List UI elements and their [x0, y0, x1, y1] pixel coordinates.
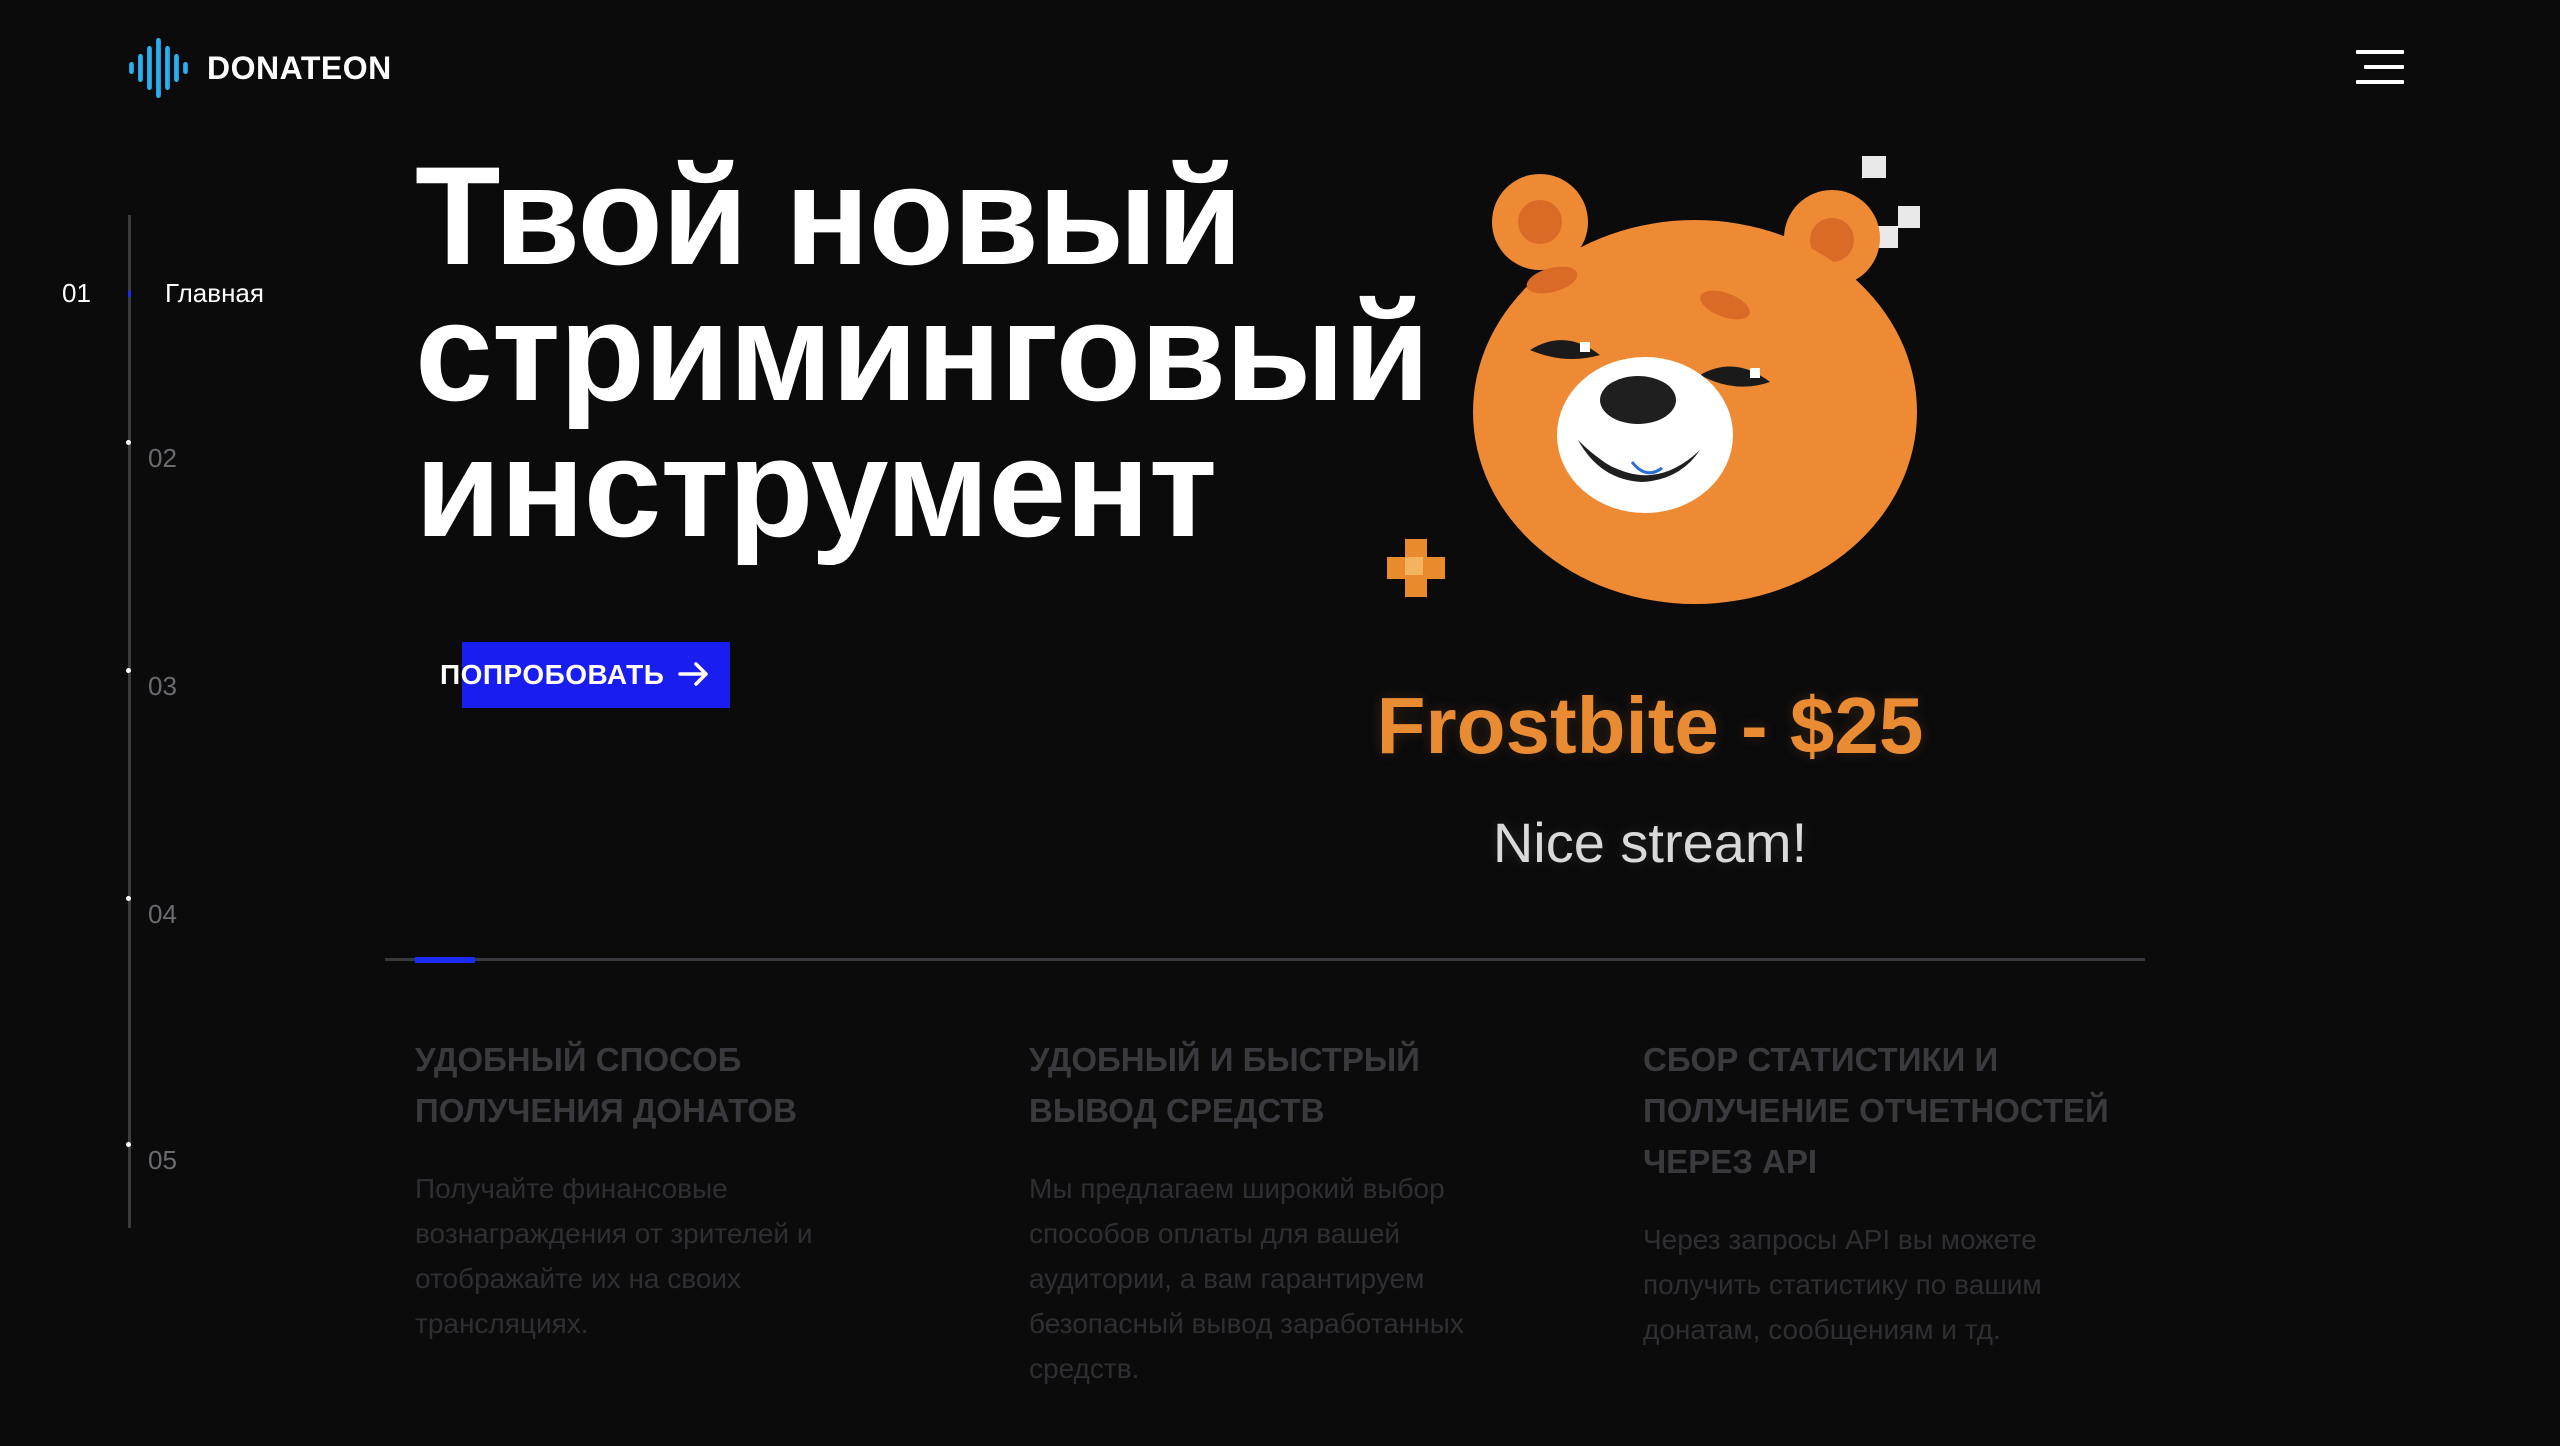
sidenav-item-01[interactable]: 01 Главная — [62, 278, 282, 314]
sidenav-number: 03 — [148, 671, 177, 701]
feature-card: УДОБНЫЙ И БЫСТРЫЙ ВЫВОД СРЕДСТВ Мы предл… — [1029, 1034, 1529, 1391]
sidenav-dot — [126, 440, 131, 445]
sidenav-number: 01 — [62, 278, 91, 308]
feature-title: УДОБНЫЙ И БЫСТРЫЙ ВЫВОД СРЕДСТВ — [1029, 1041, 1420, 1129]
section-divider — [385, 958, 2145, 961]
sidenav-dot — [126, 1142, 131, 1147]
feature-text: Через запросы API вы можете получить ста… — [1643, 1224, 2042, 1345]
try-button-label: ПОПРОБОВАТЬ — [440, 659, 665, 690]
feature-text: Получайте финансовые вознаграждения от з… — [415, 1173, 813, 1339]
sidenav-item-02[interactable]: 02 — [126, 440, 226, 476]
sidenav-track — [128, 215, 131, 1228]
hero-title-line: инструмент — [415, 409, 1217, 566]
brand-name: DONATEON — [207, 49, 392, 86]
brand-logo[interactable]: DONATEON — [127, 38, 392, 98]
sidenav-dot — [126, 896, 131, 901]
try-button[interactable]: ПОПРОБОВАТЬ — [440, 642, 730, 706]
sidenav-number: 04 — [148, 899, 177, 929]
sidenav-number: 05 — [148, 1145, 177, 1175]
donation-donor-amount: Frostbite - $25 — [1376, 681, 1924, 770]
sidenav-item-04[interactable]: 04 — [126, 896, 226, 932]
sidenav-item-05[interactable]: 05 — [126, 1142, 226, 1178]
sidenav-number: 02 — [148, 443, 177, 473]
arrow-right-icon — [678, 662, 708, 686]
sidenav-dot — [126, 668, 131, 673]
donation-message: Nice stream! — [1492, 811, 1808, 874]
bear-mascot — [1387, 156, 1920, 604]
feature-card: УДОБНЫЙ СПОСОБ ПОЛУЧЕНИЯ ДОНАТОВ Получай… — [415, 1034, 915, 1346]
slide-progress-indicator — [415, 957, 475, 963]
sidenav-label: Главная — [165, 278, 264, 308]
hero-title-line: стриминговый — [415, 273, 1430, 430]
soundwave-logo-icon — [129, 38, 188, 98]
hamburger-menu-icon[interactable] — [2356, 50, 2404, 84]
hero-title: Твой новый стриминговый инструмент — [415, 137, 1465, 566]
feature-title: УДОБНЫЙ СПОСОБ ПОЛУЧЕНИЯ ДОНАТОВ — [415, 1041, 797, 1129]
feature-title: СБОР СТАТИСТИКИ И ПОЛУЧЕНИЕ ОТЧЕТНОСТЕЙ … — [1643, 1041, 2109, 1180]
sidenav-item-03[interactable]: 03 — [126, 668, 226, 704]
feature-text: Мы предлагаем широкий выбор способов опл… — [1029, 1173, 1464, 1384]
feature-card: СБОР СТАТИСТИКИ И ПОЛУЧЕНИЕ ОТЧЕТНОСТЕЙ … — [1643, 1034, 2143, 1352]
hero-title-line: Твой новый — [415, 137, 1243, 294]
